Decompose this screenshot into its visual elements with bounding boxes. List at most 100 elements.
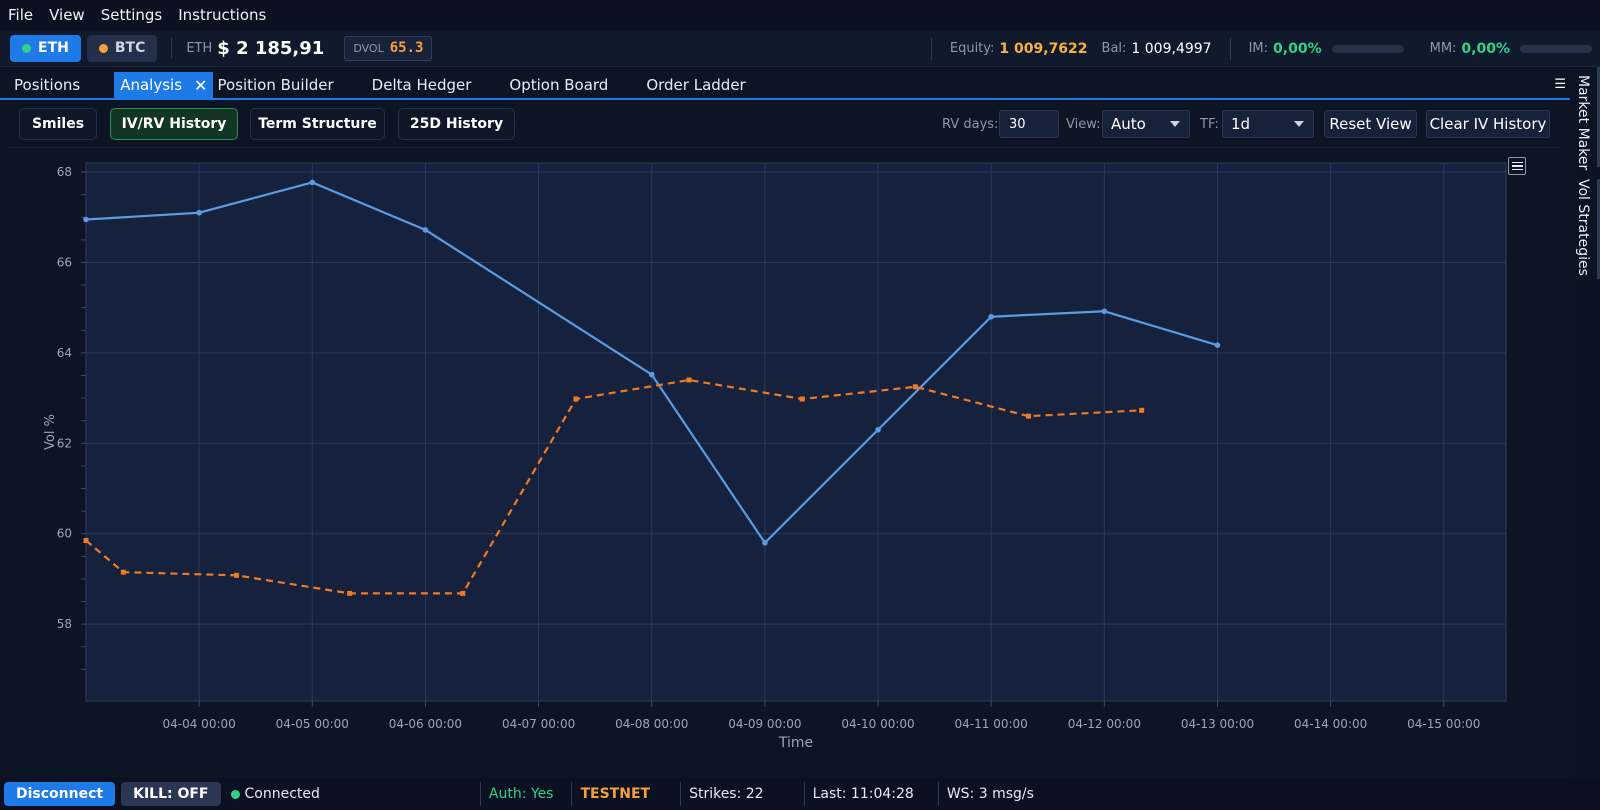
divider (571, 782, 573, 806)
side-tab-vol-strategies[interactable]: Vol Strategies (1575, 179, 1591, 276)
plot-area (85, 162, 1507, 702)
dvol-badge: DVOL 65.3 (344, 35, 433, 61)
x-tick-label: 04-06 00:00 (389, 717, 462, 731)
x-tick-label: 04-08 00:00 (615, 717, 688, 731)
dvol-value: 65.3 (389, 40, 424, 56)
series-point-0 (309, 179, 316, 186)
view-label: View: (1066, 117, 1101, 132)
tab-analysis[interactable]: Analysis ✕ (114, 72, 214, 98)
series-point-0 (196, 209, 202, 216)
tab-label: Order Ladder (646, 76, 746, 94)
25d-history-button[interactable]: 25D History (398, 108, 515, 140)
divider (479, 782, 481, 806)
clear-iv-history-button[interactable]: Clear IV History (1426, 110, 1550, 138)
series-point-1 (799, 396, 805, 402)
tf-select[interactable]: 1d (1222, 110, 1314, 138)
chart-menu-icon[interactable] (1508, 157, 1526, 175)
disconnect-button[interactable]: Disconnect (4, 782, 116, 806)
auth-status: Auth: Yes (488, 786, 554, 802)
divider (1229, 37, 1231, 60)
status-bar: Disconnect KILL: OFF Connected Auth: Yes… (0, 778, 1600, 810)
status-dot-icon (22, 43, 31, 53)
status-dot-icon (98, 43, 108, 53)
smiles-button[interactable]: Smiles (19, 108, 97, 140)
chart-svg: 58 60 62 64 66 68 04-04 00:00 04-05 00:00 04-06 … (43, 162, 1507, 751)
top-bar: ETH BTC ETH $ 2 185,91 DVOL 65.3 Equity:… (0, 30, 1600, 67)
y-tick-label: 68 (57, 165, 72, 179)
tab-delta-hedger[interactable]: Delta Hedger (358, 72, 486, 98)
side-tab-market-maker[interactable]: Market Maker (1575, 75, 1591, 170)
view-select-value: Auto (1111, 115, 1146, 133)
mm-progress-bar (1520, 44, 1592, 53)
y-tick-label: 64 (57, 346, 72, 360)
menu-settings[interactable]: Settings (101, 6, 163, 24)
x-tick-label: 04-15 00:00 (1407, 717, 1480, 731)
y-tick-label: 62 (57, 436, 72, 450)
tab-position-builder[interactable]: Position Builder (217, 72, 347, 98)
network-badge: TESTNET (580, 786, 651, 802)
tab-positions[interactable]: Positions (0, 72, 94, 98)
bal-label: Bal: (1101, 41, 1127, 56)
btc-asset-button[interactable]: BTC (86, 34, 158, 62)
series-point-1 (233, 572, 239, 578)
series-point-1 (347, 590, 353, 596)
series-point-0 (1214, 342, 1221, 348)
tab-label: Delta Hedger (371, 76, 472, 94)
tab-label: Analysis (120, 76, 183, 94)
menu-view[interactable]: View (49, 6, 85, 24)
tabs-menu-icon[interactable]: ☰ (1554, 77, 1566, 92)
x-tick-label: 04-11 00:00 (955, 717, 1028, 731)
chevron-down-icon (1170, 121, 1180, 127)
iv-rv-history-button[interactable]: IV/RV History (110, 108, 238, 140)
eth-asset-button[interactable]: ETH (10, 34, 81, 62)
rv-days-label: RV days: (942, 117, 999, 132)
x-tick-label: 04-14 00:00 (1294, 717, 1367, 731)
dvol-label: DVOL (353, 41, 384, 55)
series-point-0 (988, 313, 994, 320)
rv-days-input[interactable]: 30 (999, 110, 1059, 138)
close-icon[interactable]: ✕ (194, 76, 207, 95)
im-value: 0,00% (1273, 40, 1322, 57)
divider (171, 37, 173, 59)
tf-select-value: 1d (1231, 115, 1251, 133)
series-point-0 (1101, 308, 1108, 315)
eth-asset-label: ETH (38, 40, 69, 56)
reset-view-button[interactable]: Reset View (1324, 110, 1417, 138)
chevron-down-icon (1294, 121, 1304, 127)
im-label: IM: (1248, 41, 1269, 56)
mm-label: MM: (1429, 41, 1457, 56)
menu-instructions[interactable]: Instructions (178, 6, 266, 24)
price-label: ETH (186, 40, 213, 56)
series-point-1 (573, 396, 579, 402)
y-tick-label: 66 (57, 255, 72, 269)
x-tick-label: 04-12 00:00 (1068, 717, 1141, 731)
term-structure-button[interactable]: Term Structure (250, 108, 385, 140)
view-select[interactable]: Auto (1102, 110, 1190, 138)
x-tick-label: 04-09 00:00 (728, 717, 801, 731)
divider (680, 782, 682, 806)
tab-label: Position Builder (217, 76, 334, 94)
series-point-1 (1026, 413, 1032, 419)
divider (937, 782, 939, 806)
tf-label: TF: (1200, 117, 1219, 132)
tab-label: Option Board (509, 76, 609, 94)
series-point-0 (83, 216, 89, 223)
side-tabs: Market Maker Vol Strategies (1570, 67, 1600, 777)
bal-value: 1 009,4997 (1131, 40, 1212, 57)
y-tick-label: 58 (57, 617, 72, 631)
tab-label: Positions (14, 76, 81, 94)
btc-asset-label: BTC (114, 40, 146, 56)
analysis-toolbar: Smiles IV/RV History Term Structure 25D … (8, 102, 1560, 148)
x-tick-label: 04-07 00:00 (502, 717, 575, 731)
tab-option-board[interactable]: Option Board (495, 72, 622, 98)
iv-rv-chart[interactable]: 58 60 62 64 66 68 04-04 00:00 04-05 00:00 04-06 … (8, 148, 1560, 772)
connection-status: Connected (244, 786, 320, 802)
menubar: File View Settings Instructions (0, 0, 1600, 30)
tab-order-ladder[interactable]: Order Ladder (632, 72, 759, 98)
x-tick-label: 04-05 00:00 (276, 717, 349, 731)
series-point-0 (648, 371, 655, 378)
kill-switch-button[interactable]: KILL: OFF (121, 782, 221, 806)
last-update: Last: 11:04:28 (812, 786, 914, 802)
series-point-1 (1139, 407, 1145, 413)
menu-file[interactable]: File (8, 6, 33, 24)
